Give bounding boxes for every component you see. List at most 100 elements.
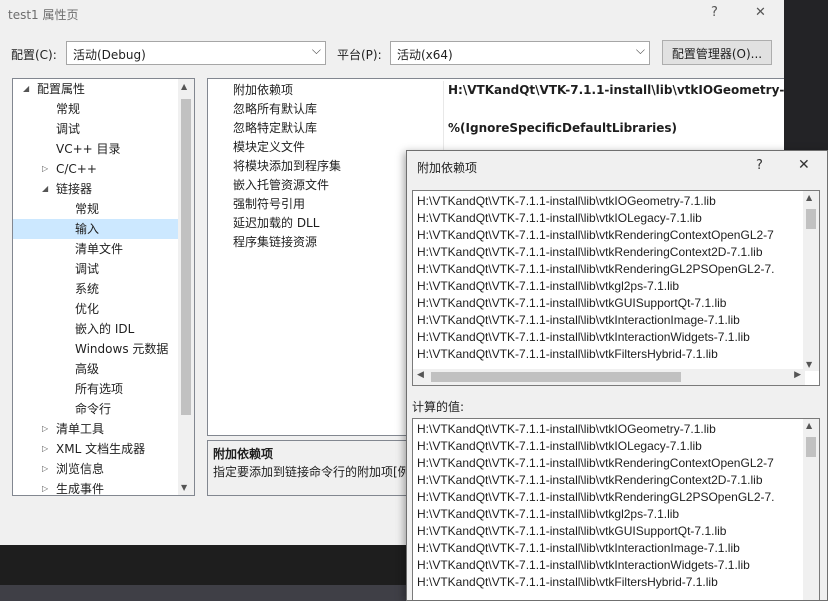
tree-item[interactable]: Windows 元数据 xyxy=(13,339,179,359)
tree-item-label: 常规 xyxy=(75,202,100,216)
editor-vscrollbar[interactable]: ▲ ▼ xyxy=(803,191,819,371)
property-row[interactable]: 忽略所有默认库 xyxy=(208,100,806,119)
property-value: H:\VTKandQt\VTK-7.1.1-install\lib\vtkIOG… xyxy=(448,83,798,97)
config-manager-button[interactable]: 配置管理器(O)... xyxy=(662,40,772,65)
triangle-down-icon[interactable]: ◢ xyxy=(23,79,29,99)
computed-line: H:\VTKandQt\VTK-7.1.1-install\lib\vtkInt… xyxy=(417,558,750,572)
tree-item[interactable]: 调试 xyxy=(13,259,179,279)
platform-select[interactable]: 活动(x64) ⌵ xyxy=(390,41,650,65)
tree-item-label: 系统 xyxy=(75,282,100,296)
platform-value: 活动(x64) xyxy=(397,48,453,62)
triangle-right-icon[interactable]: ▷ xyxy=(42,419,48,439)
tree-item-label: 生成事件 xyxy=(56,482,105,496)
triangle-right-icon[interactable]: ▷ xyxy=(42,159,48,179)
tree-scroll-thumb[interactable] xyxy=(181,99,191,415)
config-label: 配置(C): xyxy=(11,48,57,62)
help-button[interactable]: ? xyxy=(711,5,718,20)
computed-line: H:\VTKandQt\VTK-7.1.1-install\lib\vtkIOL… xyxy=(417,439,702,453)
property-name: 忽略所有默认库 xyxy=(233,102,318,116)
tree-item[interactable]: VC++ 目录 xyxy=(13,139,179,159)
triangle-right-icon[interactable]: ▷ xyxy=(42,479,48,495)
scroll-left-icon[interactable]: ◀ xyxy=(417,370,424,380)
dialog-title: 附加依赖项 xyxy=(417,161,478,175)
computed-vscrollbar[interactable]: ▲ xyxy=(803,419,819,600)
tree-item[interactable]: 清单文件 xyxy=(13,239,179,259)
tree-item-label: 所有选项 xyxy=(75,382,124,396)
computed-values-box[interactable]: H:\VTKandQt\VTK-7.1.1-install\lib\vtkIOG… xyxy=(412,418,820,600)
tree-item[interactable]: 常规 xyxy=(13,99,179,119)
computed-line: H:\VTKandQt\VTK-7.1.1-install\lib\vtkFil… xyxy=(417,575,718,589)
property-row[interactable]: 忽略特定默认库 %(IgnoreSpecificDefaultLibraries) xyxy=(208,119,806,138)
tree-item-label: 浏览信息 xyxy=(56,462,105,476)
tree-item[interactable]: ◢ 配置属性 xyxy=(13,79,179,99)
scroll-up-icon[interactable]: ▲ xyxy=(181,82,187,91)
computed-values-label: 计算的值: xyxy=(412,400,465,414)
close-button[interactable]: ✕ xyxy=(755,5,766,20)
dependency-line: H:\VTKandQt\VTK-7.1.1-install\lib\vtkRen… xyxy=(417,262,775,276)
tree-item-label: 常规 xyxy=(56,102,81,116)
property-value: %(IgnoreSpecificDefaultLibraries) xyxy=(448,121,677,135)
property-tree[interactable]: ◢ 配置属性 常规 调试 VC++ 目录 ▷ C/C++ ◢ 链接器 常规 输入 清单文件 调试 系统 优化… xyxy=(12,78,195,496)
triangle-right-icon[interactable]: ▷ xyxy=(42,459,48,479)
config-select[interactable]: 活动(Debug) ⌵ xyxy=(66,41,326,65)
tree-item[interactable]: 系统 xyxy=(13,279,179,299)
additional-dependencies-dialog: 附加依赖项 ? ✕ H:\VTKandQt\VTK-7.1.1-install\… xyxy=(406,150,828,601)
tree-item[interactable]: 优化 xyxy=(13,299,179,319)
dependencies-editor[interactable]: H:\VTKandQt\VTK-7.1.1-install\lib\vtkIOG… xyxy=(412,190,820,386)
tree-item[interactable]: ▷ 生成事件 xyxy=(13,479,179,496)
column-divider xyxy=(443,81,444,100)
tree-item-label: VC++ 目录 xyxy=(56,142,121,156)
computed-line: H:\VTKandQt\VTK-7.1.1-install\lib\vtkgl2… xyxy=(417,507,680,521)
tree-item-label: XML 文档生成器 xyxy=(56,442,146,456)
tree-item-label: 高级 xyxy=(75,362,100,376)
tree-scrollbar[interactable]: ▲ ▼ xyxy=(178,79,194,495)
tree-item[interactable]: ▷ 清单工具 xyxy=(13,419,179,439)
property-name: 忽略特定默认库 xyxy=(233,121,318,135)
dependency-line: H:\VTKandQt\VTK-7.1.1-install\lib\vtkInt… xyxy=(417,313,740,327)
triangle-down-icon[interactable]: ◢ xyxy=(42,179,48,199)
dependency-line: H:\VTKandQt\VTK-7.1.1-install\lib\vtkRen… xyxy=(417,245,763,259)
dependency-line: H:\VTKandQt\VTK-7.1.1-install\lib\vtkgl2… xyxy=(417,279,680,293)
dialog-close-button[interactable]: ✕ xyxy=(798,157,810,173)
description-title: 附加依赖项 xyxy=(213,447,274,461)
tree-item-label: 链接器 xyxy=(56,182,93,196)
description-text: 指定要添加到链接命令行的附加项[例 xyxy=(213,465,410,479)
scroll-down-icon[interactable]: ▼ xyxy=(806,360,812,369)
chevron-down-icon: ⌵ xyxy=(311,43,321,57)
tree-item-label: 嵌入的 IDL xyxy=(75,322,135,336)
tree-item[interactable]: ◢ 链接器 xyxy=(13,179,179,199)
tree-item[interactable]: 高级 xyxy=(13,359,179,379)
scroll-down-icon[interactable]: ▼ xyxy=(181,483,187,492)
property-row[interactable]: 附加依赖项 H:\VTKandQt\VTK-7.1.1-install\lib\v… xyxy=(208,81,806,100)
scroll-right-icon[interactable]: ▶ xyxy=(794,370,801,380)
computed-vscroll-thumb[interactable] xyxy=(806,437,816,457)
editor-vscroll-thumb[interactable] xyxy=(806,209,816,229)
tree-item[interactable]: 所有选项 xyxy=(13,379,179,399)
computed-line: H:\VTKandQt\VTK-7.1.1-install\lib\vtkRen… xyxy=(417,456,774,470)
editor-hscrollbar[interactable]: ◀ ▶ xyxy=(413,369,805,385)
computed-line: H:\VTKandQt\VTK-7.1.1-install\lib\vtkRen… xyxy=(417,473,763,487)
tree-item[interactable]: 嵌入的 IDL xyxy=(13,319,179,339)
computed-line: H:\VTKandQt\VTK-7.1.1-install\lib\vtkGUI… xyxy=(417,524,727,538)
tree-item-label: 命令行 xyxy=(75,402,112,416)
tree-item[interactable]: 常规 xyxy=(13,199,179,219)
tree-item[interactable]: ▷ C/C++ xyxy=(13,159,179,179)
scroll-up-icon[interactable]: ▲ xyxy=(806,421,812,430)
dialog-help-button[interactable]: ? xyxy=(756,158,763,173)
tree-item[interactable]: ▷ XML 文档生成器 xyxy=(13,439,179,459)
tree-item-label: 优化 xyxy=(75,302,100,316)
tree-item[interactable]: ▷ 浏览信息 xyxy=(13,459,179,479)
tree-item[interactable]: 调试 xyxy=(13,119,179,139)
tree-item[interactable]: 输入 xyxy=(13,219,179,239)
scroll-up-icon[interactable]: ▲ xyxy=(806,193,812,202)
triangle-right-icon[interactable]: ▷ xyxy=(42,439,48,459)
editor-hscroll-thumb[interactable] xyxy=(431,372,681,382)
column-divider xyxy=(443,119,444,138)
tree-item[interactable]: 命令行 xyxy=(13,399,179,419)
dependency-line: H:\VTKandQt\VTK-7.1.1-install\lib\vtkIOL… xyxy=(417,211,702,225)
tree-item-label: 配置属性 xyxy=(37,82,86,96)
tree-item-label: C/C++ xyxy=(56,162,97,176)
platform-label: 平台(P): xyxy=(337,48,382,62)
tree-item-label: 输入 xyxy=(75,222,100,236)
computed-line: H:\VTKandQt\VTK-7.1.1-install\lib\vtkRen… xyxy=(417,490,775,504)
